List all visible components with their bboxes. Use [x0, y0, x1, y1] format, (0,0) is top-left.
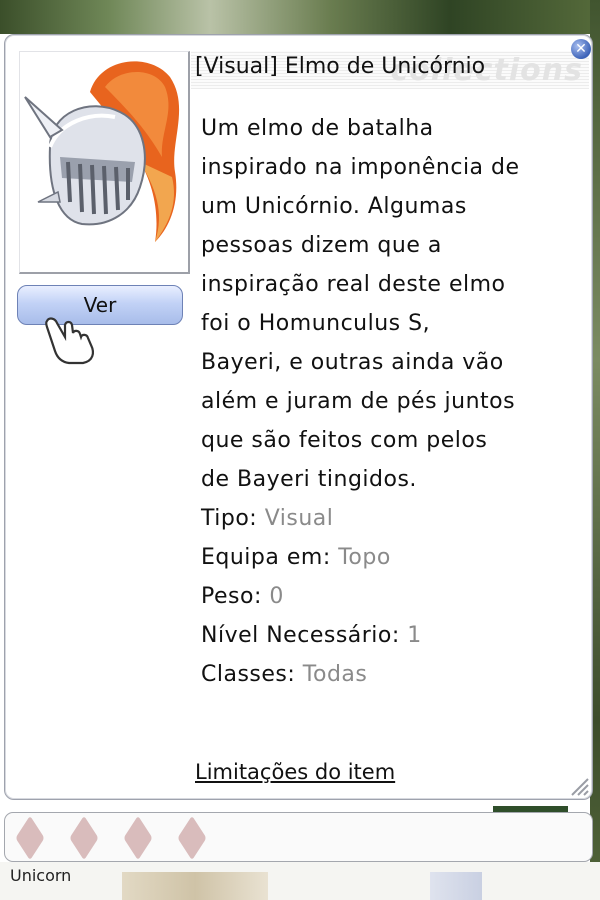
close-button[interactable]: ✕: [571, 39, 591, 59]
property-label: Equipa em:: [201, 545, 339, 570]
background-window-bottom: [0, 862, 600, 900]
close-icon: ✕: [575, 41, 587, 57]
property-label: Classes:: [201, 662, 303, 687]
property-value: Todas: [302, 662, 368, 687]
description-line: que são feitos com pelos: [201, 428, 488, 453]
description-line: inspiração real deste elmo: [201, 272, 506, 297]
property-label: Nível Necessário:: [201, 623, 408, 648]
property-value: Topo: [338, 545, 391, 570]
description-line: Bayeri, e outras ainda vão: [201, 350, 504, 375]
background-item-name: Unicorn: [10, 866, 72, 885]
description-line: de Bayeri tingidos.: [201, 467, 417, 492]
item-info-window: collections [Visual] Elmo de Unicórnio ✕…: [4, 34, 593, 800]
property-value: 0: [269, 584, 284, 609]
description-line: inspirado na imponência de: [201, 155, 520, 180]
description-line: um Unicórnio. Algumas: [201, 194, 467, 219]
property-value: 1: [407, 623, 422, 648]
background-game-scene-top: [0, 0, 600, 34]
property-classes: Classes: Todas: [201, 655, 561, 694]
description-line: pessoas dizem que a: [201, 233, 442, 258]
item-description: Um elmo de batalha inspirado na imponênc…: [201, 109, 561, 694]
card-slot: [69, 815, 99, 861]
property-weight: Peso: 0: [201, 577, 561, 616]
item-image-frame: [19, 51, 190, 274]
property-required-level: Nível Necessário: 1: [201, 616, 561, 655]
card-slot: [15, 815, 45, 861]
card-slot: [177, 815, 207, 861]
property-label: Peso:: [201, 584, 270, 609]
item-title: [Visual] Elmo de Unicórnio: [195, 54, 486, 79]
property-label: Tipo:: [201, 506, 265, 531]
resize-grip-icon[interactable]: [568, 775, 590, 797]
description-line: Um elmo de batalha: [201, 116, 434, 141]
description-line: foi o Homunculus S,: [201, 311, 431, 336]
background-thumbnail-2: [430, 872, 482, 900]
hand-pointer-icon: [45, 317, 94, 365]
card-slot: [123, 815, 153, 861]
description-line: além e juram de pés juntos: [201, 389, 516, 414]
background-thumbnail: [122, 872, 268, 900]
property-value: Visual: [264, 506, 334, 531]
property-equip-slot: Equipa em: Topo: [201, 538, 561, 577]
unicorn-helm-icon: [24, 61, 180, 242]
item-limitations-link[interactable]: Limitações do item: [195, 760, 395, 784]
property-type: Tipo: Visual: [201, 499, 561, 538]
card-slots-bar: [4, 812, 593, 862]
